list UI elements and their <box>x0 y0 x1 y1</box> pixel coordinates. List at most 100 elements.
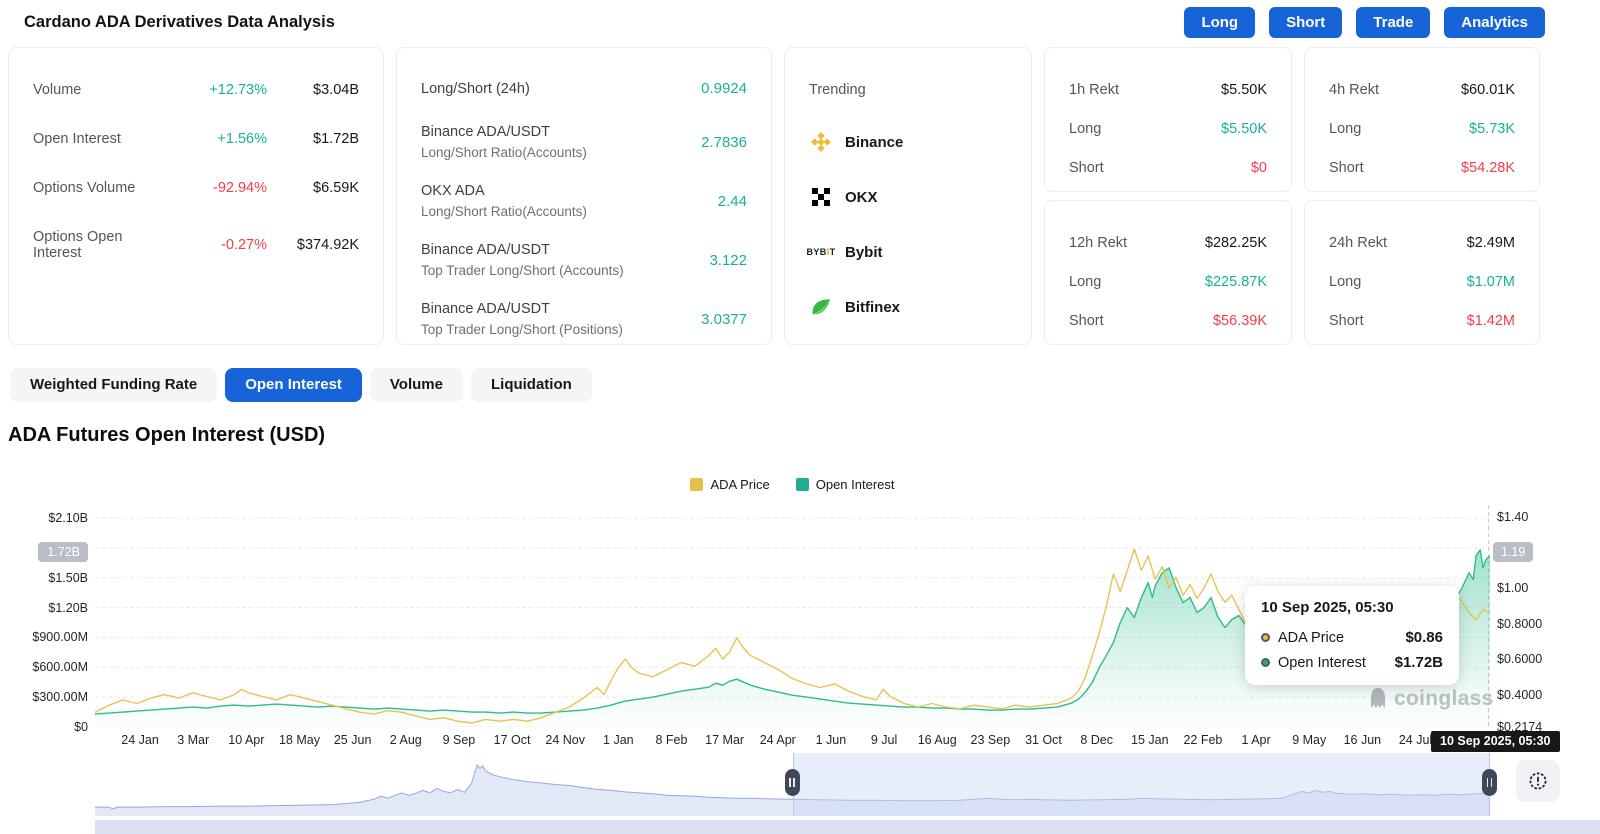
coinglass-logo-icon <box>1371 688 1385 708</box>
ratio-subtitle: Top Trader Long/Short (Positions) <box>421 322 623 337</box>
ratio-row: Binance ADA/USDT Long/Short Ratio(Accoun… <box>421 119 747 165</box>
stat-label: Options Volume <box>33 180 136 196</box>
x-axis-labels: 24 Jan 3 Mar 10 Apr 18 May 25 Jun 2 Aug 9 Sep 1… <box>95 733 1490 749</box>
rekt-short-value: $0 <box>1250 160 1267 176</box>
x-axis-tick: 3 Mar <box>177 733 210 747</box>
y-axis-left: $2.10B$1.80B$1.50B$1.20B$900.00M$600.00M… <box>0 505 88 734</box>
tooltip-value: $1.72B <box>1394 654 1443 671</box>
navigator-right-handle-icon[interactable] <box>1482 769 1497 796</box>
coinglass-watermark: coinglass <box>1366 686 1494 712</box>
ratio-row: Long/Short (24h) 0.9924 <box>421 80 747 97</box>
ratio-subtitle: Long/Short Ratio(Accounts) <box>421 204 587 219</box>
trending-card: Trending Binance OKX BYBIT Bybit Bitfine… <box>784 47 1032 345</box>
stat-change: +1.56% <box>217 131 267 147</box>
x-axis-tick: 1 Jun <box>815 733 847 747</box>
rekt-title: 4h Rekt <box>1329 82 1379 98</box>
legend-ada-price[interactable]: ADA Price <box>690 477 770 492</box>
rekt-short-label: Short <box>1329 160 1364 176</box>
rekt-total: $282.25K <box>1204 235 1267 251</box>
page-title: Cardano ADA Derivatives Data Analysis <box>24 13 335 31</box>
y-axis-tick: $0.4000 <box>1497 687 1543 702</box>
trending-name: Bybit <box>845 243 883 261</box>
range-navigator[interactable] <box>95 753 1497 816</box>
page: Cardano ADA Derivatives Data Analysis Lo… <box>0 0 1600 834</box>
y-axis-tick: $0.6000 <box>1497 652 1543 667</box>
stat-value: $1.72B <box>313 131 359 147</box>
rekt-short-label: Short <box>1329 313 1364 329</box>
stat-row: Options Open Interest -0.27% $374.92K <box>33 229 359 261</box>
tooltip-label: Open Interest <box>1278 654 1366 671</box>
rekt-total: $60.01K <box>1460 82 1515 98</box>
tab-liquidation[interactable]: Liquidation <box>470 368 592 402</box>
trade-button[interactable]: Trade <box>1356 7 1431 38</box>
x-axis-tick: 17 Oct <box>493 733 531 747</box>
rekt-long-label: Long <box>1329 121 1362 137</box>
x-axis-tick: 1 Jan <box>603 733 634 747</box>
long-button[interactable]: Long <box>1184 7 1256 38</box>
ratio-value: 2.7836 <box>701 133 747 151</box>
x-axis-tick: 24 Jul <box>1398 733 1433 747</box>
trending-item-bitfinex[interactable]: Bitfinex <box>809 295 1007 319</box>
x-axis-tick: 25 Jun <box>333 733 372 747</box>
x-axis-tick: 16 Aug <box>917 733 957 747</box>
y-axis-tick: $1.40 <box>1497 510 1529 525</box>
stat-row: Volume +12.73% $3.04B <box>33 82 359 98</box>
tooltip-value: $0.86 <box>1405 629 1443 646</box>
y-axis-tick: $600.00M <box>32 660 88 675</box>
ratio-subtitle: Long/Short Ratio(Accounts) <box>421 145 587 160</box>
rekt-1h-card: 1h Rekt $5.50K Long $5.50K Short $0 <box>1044 47 1292 192</box>
tooltip-row: Open Interest $1.72B <box>1261 654 1443 671</box>
stat-change: -0.27% <box>221 237 267 253</box>
ratio-title: Binance ADA/USDT <box>421 242 550 258</box>
rekt-long-label: Long <box>1069 274 1102 290</box>
legend-open-interest[interactable]: Open Interest <box>795 477 895 492</box>
ratio-value: 0.9924 <box>701 80 747 97</box>
navigator-left-handle-icon[interactable] <box>784 769 800 796</box>
stat-row: Options Volume -92.94% $6.59K <box>33 180 359 196</box>
x-axis-tick: 8 Dec <box>1080 733 1113 747</box>
analytics-button[interactable]: Analytics <box>1444 7 1545 38</box>
y-axis-tick: $1.20B <box>48 600 88 615</box>
chart-tooltip: 10 Sep 2025, 05:30 ADA Price $0.86 Open … <box>1245 586 1459 685</box>
horizontal-scrollbar[interactable] <box>95 820 1600 834</box>
alert-badge-icon <box>1529 772 1547 790</box>
x-axis-tick: 9 Jul <box>870 733 898 747</box>
rekt-24h-card: 24h Rekt $2.49M Long $1.07M Short $1.42M <box>1304 200 1540 345</box>
short-button[interactable]: Short <box>1269 7 1343 38</box>
chart-tabs: Weighted Funding Rate Open Interest Volu… <box>10 368 592 402</box>
bitfinex-icon <box>809 295 833 319</box>
tab-volume[interactable]: Volume <box>369 368 463 402</box>
x-axis-tick: 9 Sep <box>442 733 476 747</box>
rekt-long-value: $5.50K <box>1221 121 1267 137</box>
trending-item-binance[interactable]: Binance <box>809 130 1007 154</box>
tab-open-interest[interactable]: Open Interest <box>225 368 362 402</box>
stat-label: Options Open Interest <box>33 229 123 261</box>
rekt-short-label: Short <box>1069 313 1104 329</box>
navigator-selection[interactable] <box>792 753 1490 816</box>
y-axis-tick: $900.00M <box>32 630 88 645</box>
ratio-value: 3.122 <box>709 251 747 269</box>
trending-item-okx[interactable]: OKX <box>809 185 1007 209</box>
tab-weighted-funding-rate[interactable]: Weighted Funding Rate <box>10 368 218 402</box>
tooltip-date: 10 Sep 2025, 05:30 <box>1261 599 1394 616</box>
ratio-subtitle: Top Trader Long/Short (Accounts) <box>421 263 624 278</box>
x-axis-tick: 18 May <box>278 733 320 747</box>
x-axis-tick: 1 Apr <box>1241 733 1271 747</box>
x-axis-tick: 31 Oct <box>1025 733 1062 747</box>
open-interest-dot-icon <box>1261 658 1270 667</box>
chart-settings-button[interactable] <box>1516 760 1560 802</box>
stat-label: Open Interest <box>33 131 121 147</box>
rekt-long-label: Long <box>1329 274 1362 290</box>
stat-value: $3.04B <box>313 82 359 98</box>
stat-value: $374.92K <box>296 237 359 253</box>
rekt-12h-card: 12h Rekt $282.25K Long $225.87K Short $56.3… <box>1044 200 1292 345</box>
trending-item-bybit[interactable]: BYBIT Bybit <box>807 240 1007 264</box>
rekt-long-value: $225.87K <box>1204 274 1267 290</box>
x-axis-tick: 24 Apr <box>759 733 796 747</box>
x-axis-tick: 10 Apr <box>228 733 265 747</box>
ratio-row: OKX ADA Long/Short Ratio(Accounts) 2.44 <box>421 178 747 224</box>
y-axis-tick: $1.50B <box>48 570 88 585</box>
ratio-title: Binance ADA/USDT <box>421 124 550 140</box>
x-axis-tick: 15 Jan <box>1131 733 1169 747</box>
summary-cards: Volume +12.73% $3.04B Open Interest +1.5… <box>8 47 1540 345</box>
